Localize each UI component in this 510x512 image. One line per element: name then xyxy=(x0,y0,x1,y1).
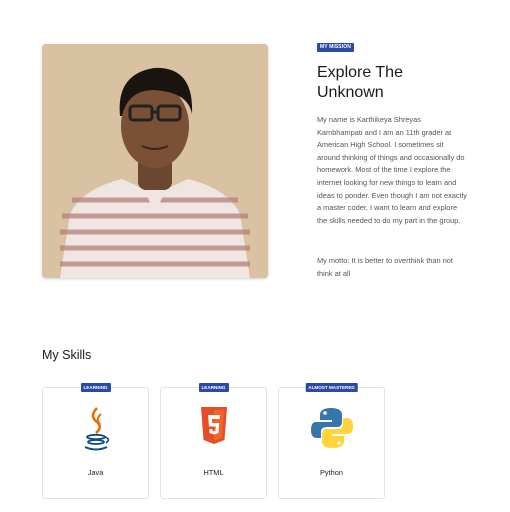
bio-text: My name is Karthikeya Shreyas Kambhampat… xyxy=(317,115,467,225)
html5-icon xyxy=(200,406,228,451)
skill-card-java: LEARNING Java xyxy=(42,383,149,499)
skills-heading: My Skills xyxy=(42,348,92,362)
skill-badge: LEARNING xyxy=(80,383,111,392)
python-icon xyxy=(310,406,354,455)
java-icon xyxy=(81,406,111,459)
mission-title: Explore The Unknown xyxy=(317,64,403,101)
skill-card-python: ALMOST MASTERED Python xyxy=(278,383,385,499)
profile-photo xyxy=(42,44,268,278)
skill-badge: LEARNING xyxy=(198,383,229,392)
motto-text: My motto: It is better to overthink than… xyxy=(317,256,453,278)
skill-name: Java xyxy=(87,468,104,477)
skill-name: Python xyxy=(319,468,343,477)
mission-badge: MY MISSION xyxy=(317,43,354,52)
skill-badge: ALMOST MASTERED xyxy=(305,383,358,392)
portrait-image xyxy=(42,44,268,278)
skill-card-html: LEARNING HTML xyxy=(160,383,267,499)
skill-name: HTML xyxy=(203,468,224,477)
